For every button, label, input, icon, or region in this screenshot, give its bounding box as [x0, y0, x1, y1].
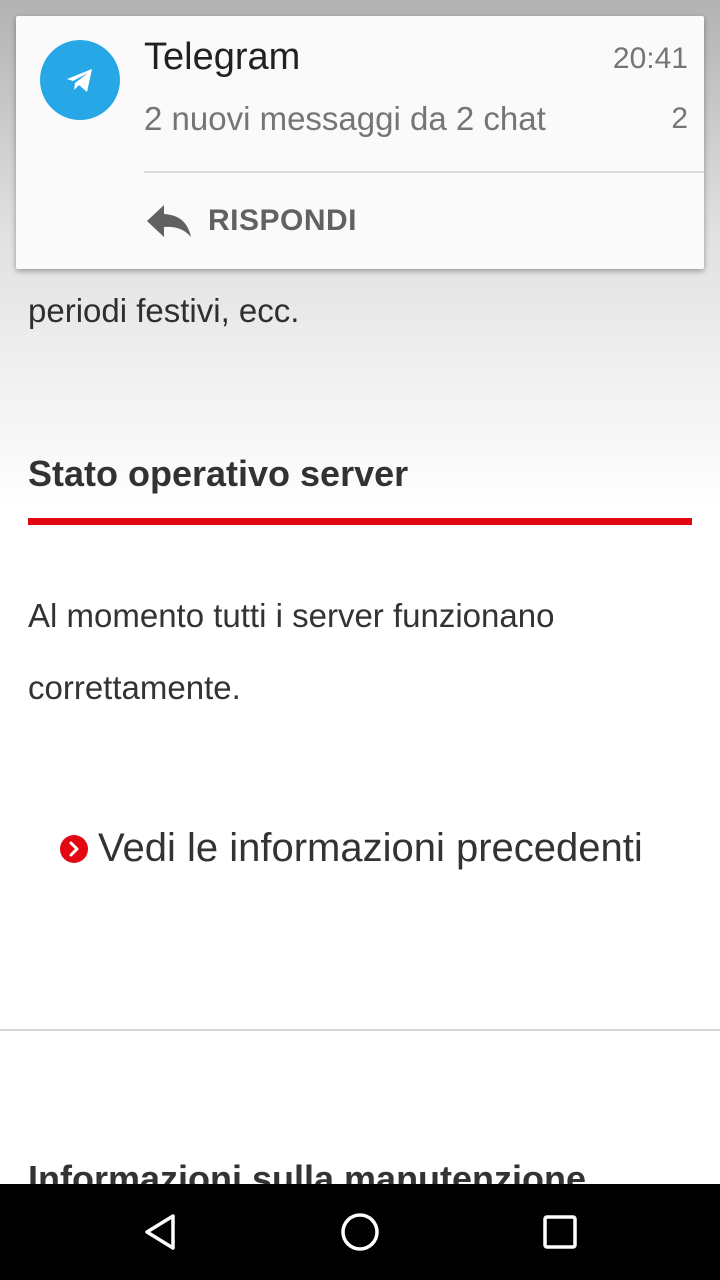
- previous-info-link[interactable]: Vedi le informazioni precedenti: [60, 826, 643, 871]
- notification-separator: [144, 171, 704, 173]
- previous-info-link-label: Vedi le informazioni precedenti: [98, 826, 643, 870]
- server-status-text: Al momento tutti i server funzionano cor…: [28, 597, 555, 706]
- reply-button[interactable]: RISPONDI: [144, 196, 357, 246]
- back-triangle-icon[interactable]: [132, 1204, 188, 1260]
- reply-button-label: RISPONDI: [208, 204, 358, 237]
- telegram-icon: [40, 40, 120, 120]
- section-divider-red: [28, 518, 692, 525]
- home-circle-icon[interactable]: [332, 1204, 388, 1260]
- notification-app-name: Telegram: [144, 36, 301, 78]
- notification-message: 2 nuovi messaggi da 2 chat: [144, 100, 546, 137]
- section-title-maintenance: Informazioni sulla manutenzione: [28, 1158, 587, 1184]
- navigation-bar: [0, 1184, 720, 1280]
- chevron-right-icon: [60, 834, 88, 863]
- reply-icon: [144, 201, 194, 241]
- screen: periodi festivi, ecc. Stato operativo se…: [0, 0, 720, 1280]
- telegram-notification[interactable]: Telegram 20:41 2 nuovi messaggi da 2 cha…: [16, 16, 704, 269]
- previous-paragraph-fragment: periodi festivi, ecc.: [28, 292, 300, 329]
- notification-count: 2: [671, 102, 688, 135]
- notification-time: 20:41: [612, 42, 688, 75]
- recents-square-icon[interactable]: [532, 1204, 588, 1260]
- content-divider: [0, 1029, 720, 1031]
- section-title-server-status: Stato operativo server: [28, 453, 409, 494]
